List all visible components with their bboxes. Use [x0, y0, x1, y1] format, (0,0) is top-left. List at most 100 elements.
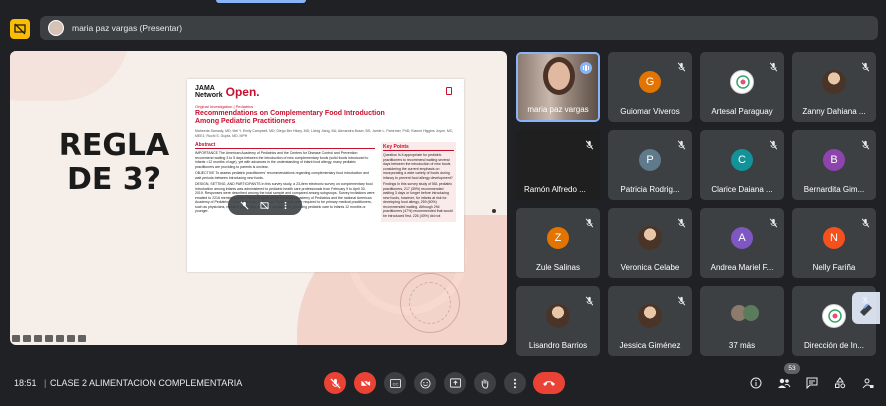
slide-decoration: [10, 51, 130, 101]
info-icon: [750, 377, 762, 389]
participants-count-badge: 53: [784, 363, 800, 374]
raise-hand-button[interactable]: [474, 372, 496, 394]
grid-icon[interactable]: [67, 335, 75, 342]
participant-name: Jessica Giménez: [619, 341, 681, 350]
participant-tile[interactable]: A Andrea Mariel F...: [700, 208, 784, 278]
more-options-icon[interactable]: [281, 201, 290, 210]
abstract-importance: IMPORTANCE The American Academy of Pedia…: [195, 151, 369, 169]
participant-name: Clarice Daiana ...: [711, 185, 773, 194]
bottom-toolbar: 18:51 | CLASE 2 ALIMENTACION COMPLEMENTA…: [0, 360, 886, 406]
people-button[interactable]: [775, 374, 793, 392]
mic-off-icon[interactable]: [240, 201, 249, 210]
captions-button[interactable]: CC: [384, 372, 406, 394]
paper-title: Recommendations on Complementary Food In…: [195, 110, 385, 125]
mic-off-icon: [769, 215, 778, 228]
slide-headline: REGLA DE 3?: [58, 128, 170, 197]
key-findings: Findings In this survey study of 561 ped…: [383, 182, 453, 218]
participant-tile[interactable]: Ramón Alfredo ...: [516, 130, 600, 200]
paper-tag: Original Investigation | Pediatrics: [195, 104, 254, 109]
avatar: [822, 70, 846, 94]
lock-person-icon: [862, 378, 874, 389]
present-button[interactable]: [444, 372, 466, 394]
participant-tile[interactable]: P Patricia Rodrig...: [608, 130, 692, 200]
frame-icon[interactable]: [45, 335, 53, 342]
camera-toggle-button[interactable]: [354, 372, 376, 394]
mic-off-icon: [585, 293, 594, 306]
paper-image: JAMA Network Open. Original Investigatio…: [187, 79, 464, 272]
more-icon[interactable]: [78, 335, 86, 342]
journal-logo: JAMA Network Open.: [195, 85, 456, 99]
stop-presenting-button[interactable]: [10, 19, 30, 39]
camera-off-icon: [359, 377, 371, 389]
cc-icon[interactable]: [56, 335, 64, 342]
participant-name: maria paz vargas: [527, 105, 589, 114]
presenter-bar[interactable]: maria paz vargas (Presentar): [40, 16, 878, 40]
avatar: P: [639, 149, 661, 171]
participant-tile[interactable]: N Nelly Fariña: [792, 208, 876, 278]
pen-icon[interactable]: [23, 335, 31, 342]
svg-text:CC: CC: [392, 381, 398, 386]
presentation-overlay-controls: [228, 195, 302, 215]
participant-name: Zule Salinas: [535, 263, 581, 272]
participant-name: Veronica Celabe: [620, 263, 680, 272]
mic-toggle-button[interactable]: [324, 372, 346, 394]
journal-small: JAMA Network: [195, 85, 223, 99]
presentation-stage[interactable]: REGLA DE 3? JAMA Network Open. Original …: [10, 51, 507, 345]
participant-tile[interactable]: G Guiomar Viveros: [608, 52, 692, 122]
mic-off-icon: [329, 377, 341, 389]
avatar: N: [823, 227, 845, 249]
stack-icon: [860, 303, 872, 316]
participant-tile[interactable]: Zanny Dahiana ...: [792, 52, 876, 122]
abstract-heading: Abstract: [195, 142, 375, 149]
present-icon: [449, 378, 461, 388]
mic-off-icon: [769, 137, 778, 150]
meeting-details-button[interactable]: [747, 374, 765, 392]
top-indicator: [216, 0, 306, 3]
avatar: [638, 226, 662, 250]
chat-button[interactable]: [803, 374, 821, 392]
participant-tile[interactable]: Artesal Paraguay: [700, 52, 784, 122]
pointer-icon[interactable]: [34, 335, 42, 342]
host-controls-button[interactable]: [859, 374, 877, 392]
mic-off-icon: [677, 59, 686, 72]
mic-off-icon: [677, 293, 686, 306]
participant-tile[interactable]: C Clarice Daiana ...: [700, 130, 784, 200]
participant-name: Ramón Alfredo ...: [524, 185, 586, 194]
hand-icon: [481, 378, 489, 389]
mic-off-icon: [769, 59, 778, 72]
key-question: Question Is it appropriate for pediatric…: [383, 153, 453, 180]
participant-tile[interactable]: Jessica Giménez: [608, 286, 692, 356]
shapes-icon: [835, 377, 846, 389]
people-icon: [778, 378, 791, 388]
activities-button[interactable]: [831, 374, 849, 392]
leave-call-button[interactable]: [533, 372, 565, 394]
participant-tile[interactable]: maria paz vargas: [516, 52, 600, 122]
play-icon[interactable]: [12, 335, 20, 342]
journal-big: Open.: [225, 85, 260, 99]
key-points-heading: Key Points: [383, 144, 454, 151]
participant-name: Lisandro Barrios: [528, 341, 588, 350]
participant-name: Zanny Dahiana ...: [802, 107, 866, 116]
participant-tile[interactable]: B Bernardita Gim...: [792, 130, 876, 200]
side-panel-tab[interactable]: [852, 292, 880, 324]
participant-name: Bernardita Gim...: [803, 185, 865, 194]
participant-tile[interactable]: Lisandro Barrios: [516, 286, 600, 356]
avatar: B: [823, 149, 845, 171]
meet-window: maria paz vargas (Presentar) REGLA DE 3?…: [0, 0, 886, 406]
participant-name: Dirección de In...: [803, 341, 865, 350]
mic-off-icon: [585, 137, 594, 150]
reactions-button[interactable]: [414, 372, 436, 394]
participant-name: 37 más: [728, 341, 756, 350]
mic-off-icon: [861, 215, 870, 228]
participant-tile[interactable]: Veronica Celabe: [608, 208, 692, 278]
participant-tile[interactable]: Z Zule Salinas: [516, 208, 600, 278]
participant-face: [548, 62, 570, 90]
present-off-icon[interactable]: [260, 201, 270, 210]
participant-tile[interactable]: 37 más: [700, 286, 784, 356]
separator: |: [44, 378, 47, 388]
participant-name: Andrea Mariel F...: [710, 263, 774, 272]
present-off-icon: [14, 23, 26, 35]
more-vert-icon: [513, 378, 517, 388]
more-options-button[interactable]: [504, 372, 526, 394]
avatar: [730, 70, 754, 94]
